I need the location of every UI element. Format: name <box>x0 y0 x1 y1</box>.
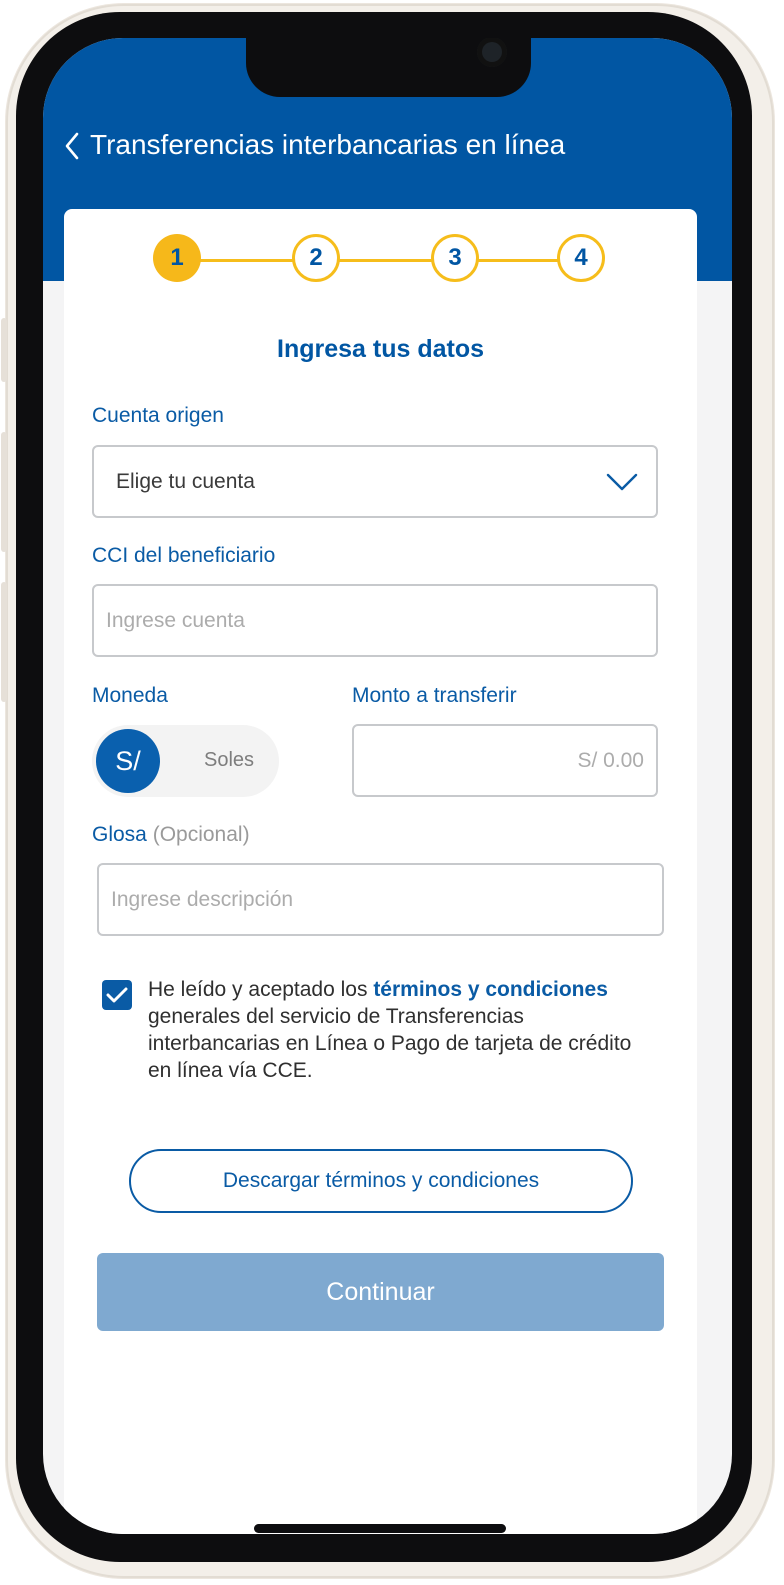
chevron-left-icon <box>65 132 79 160</box>
account-select-value: Elige tu cuenta <box>116 469 255 493</box>
side-button <box>1 582 7 702</box>
notch <box>246 38 531 97</box>
step-1: 1 <box>153 234 201 282</box>
glosa-optional-text: (Opcional) <box>152 823 250 846</box>
cci-label: CCI del beneficiario <box>92 544 276 567</box>
currency-toggle[interactable]: S/ Soles <box>92 725 279 797</box>
form-card: 1 2 3 4 Ingresa tus datos Cuenta origen … <box>64 209 697 1534</box>
form-title: Ingresa tus datos <box>277 335 484 363</box>
terms-link[interactable]: términos y condiciones <box>373 978 608 1001</box>
step-2: 2 <box>292 234 340 282</box>
amount-input[interactable]: S/ 0.00 <box>352 724 658 797</box>
currency-symbol: S/ <box>96 729 160 793</box>
cuenta-origen-label: Cuenta origen <box>92 404 224 427</box>
page-title: Transferencias interbancarias en línea <box>90 129 566 160</box>
description-placeholder: Ingrese descripción <box>111 887 294 911</box>
checkmark-icon <box>106 987 128 1003</box>
monto-label: Monto a transferir <box>352 684 517 707</box>
terms-checkbox[interactable] <box>102 980 132 1010</box>
description-input[interactable]: Ingrese descripción <box>97 863 664 936</box>
glosa-label: Glosa (Opcional) <box>92 823 250 847</box>
continue-button[interactable]: Continuar <box>97 1253 664 1331</box>
camera <box>477 38 507 67</box>
terms-text-after: generales del servicio de Transferencias… <box>148 1005 632 1082</box>
stepper-line <box>200 259 568 262</box>
moneda-label: Moneda <box>92 684 168 707</box>
glosa-label-text: Glosa <box>92 823 147 846</box>
step-4: 4 <box>557 234 605 282</box>
home-indicator <box>254 1524 506 1533</box>
cci-input[interactable]: Ingrese cuenta <box>92 584 658 657</box>
side-button <box>1 432 7 552</box>
chevron-down-icon <box>606 473 638 491</box>
terms-text-before: He leído y aceptado los <box>148 978 374 1001</box>
cci-placeholder: Ingrese cuenta <box>106 608 245 632</box>
account-select[interactable]: Elige tu cuenta <box>92 445 658 518</box>
side-button <box>1 318 7 382</box>
app-screen: Transferencias interbancarias en línea 1… <box>43 38 732 1534</box>
terms-text: He leído y aceptado los términos y condi… <box>148 976 638 1084</box>
back-button[interactable] <box>57 126 87 166</box>
currency-name: Soles <box>204 749 255 771</box>
amount-placeholder: S/ 0.00 <box>577 748 644 772</box>
download-terms-button[interactable]: Descargar términos y condiciones <box>129 1149 633 1213</box>
step-3: 3 <box>431 234 479 282</box>
